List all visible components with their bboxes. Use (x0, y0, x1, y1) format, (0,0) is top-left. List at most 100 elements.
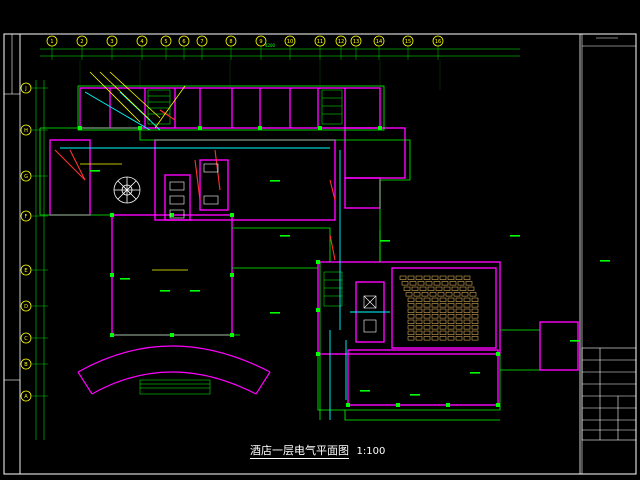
seat (431, 336, 439, 341)
column (496, 352, 500, 356)
seat (407, 330, 415, 335)
annotation-mark (280, 235, 290, 237)
seat (403, 286, 411, 291)
stair-cores (147, 89, 343, 307)
seat (409, 281, 417, 286)
seat (439, 319, 447, 324)
drawing-title: 酒店一层电气平面图 1:100 (250, 442, 385, 459)
seat (463, 275, 471, 280)
seat (415, 330, 423, 335)
svg-text:7: 7 (200, 39, 203, 45)
seat (449, 281, 457, 286)
seat (407, 308, 415, 313)
seat (439, 336, 447, 341)
column (230, 213, 234, 217)
column (230, 333, 234, 337)
seat (447, 308, 455, 313)
svg-text:12: 12 (338, 39, 344, 45)
seat (419, 286, 427, 291)
column (170, 213, 174, 217)
column (496, 403, 500, 407)
seat (439, 297, 447, 302)
seat (431, 325, 439, 330)
axis-bubble-top: 15 (402, 35, 414, 60)
seat (407, 303, 415, 308)
axis-bubble-top: 14 (373, 35, 385, 60)
seat (425, 281, 433, 286)
seat (423, 303, 431, 308)
svg-text:H: H (24, 128, 28, 134)
seat (471, 297, 479, 302)
seat (471, 308, 479, 313)
seat (431, 314, 439, 319)
seat (407, 275, 415, 280)
axis-bubble-top: 5 (160, 35, 172, 60)
seat (431, 275, 439, 280)
seat (423, 325, 431, 330)
seat (415, 325, 423, 330)
svg-text:6: 6 (182, 39, 185, 45)
seat (471, 314, 479, 319)
column (318, 126, 322, 130)
annotation-mark (510, 235, 520, 237)
seat (447, 319, 455, 324)
seat (439, 308, 447, 313)
seat (407, 319, 415, 324)
seat (455, 308, 463, 313)
seat (423, 314, 431, 319)
electrical-floor-plan: 4200 1 2 3 4 5 6 7 8 9 10 11 12 13 14 15 16 JHGFEDCBA (3, 33, 637, 475)
column (110, 273, 114, 277)
seat (407, 325, 415, 330)
seat (451, 286, 459, 291)
svg-text:D: D (24, 304, 28, 310)
seat (431, 297, 439, 302)
seat (421, 292, 429, 297)
column (378, 126, 382, 130)
seat (429, 292, 437, 297)
axis-bubble-top: 16 (432, 35, 444, 60)
seat (415, 314, 423, 319)
seat (439, 275, 447, 280)
seat (413, 292, 421, 297)
column (316, 352, 320, 356)
seat (443, 286, 451, 291)
seat (423, 308, 431, 313)
seat (445, 292, 453, 297)
seat (439, 330, 447, 335)
seat (463, 308, 471, 313)
seat (455, 314, 463, 319)
seat (417, 281, 425, 286)
annotation-mark (270, 312, 280, 314)
seat (415, 319, 423, 324)
seat (455, 303, 463, 308)
axis-bubble-top: 9 (255, 35, 267, 60)
seat (463, 314, 471, 319)
seat (431, 330, 439, 335)
seat (439, 303, 447, 308)
seat (455, 275, 463, 280)
seat (423, 330, 431, 335)
seat (415, 275, 423, 280)
dimension-total: 4200 (265, 43, 276, 48)
svg-text:B: B (24, 362, 28, 368)
axis-bubble-top: 6 (178, 35, 190, 60)
seat (447, 303, 455, 308)
seat (407, 336, 415, 341)
seat (455, 319, 463, 324)
seat (455, 330, 463, 335)
seat (453, 292, 461, 297)
column (316, 260, 320, 264)
seat (469, 292, 477, 297)
seat (447, 330, 455, 335)
seat (399, 275, 407, 280)
seat (447, 314, 455, 319)
svg-text:14: 14 (376, 39, 382, 45)
seat (471, 325, 479, 330)
column (396, 403, 400, 407)
seat (447, 275, 455, 280)
column (258, 126, 262, 130)
wiring-runs (60, 91, 390, 420)
seat (471, 303, 479, 308)
svg-text:E: E (24, 268, 27, 274)
axis-bubble-top: 8 (225, 35, 237, 60)
